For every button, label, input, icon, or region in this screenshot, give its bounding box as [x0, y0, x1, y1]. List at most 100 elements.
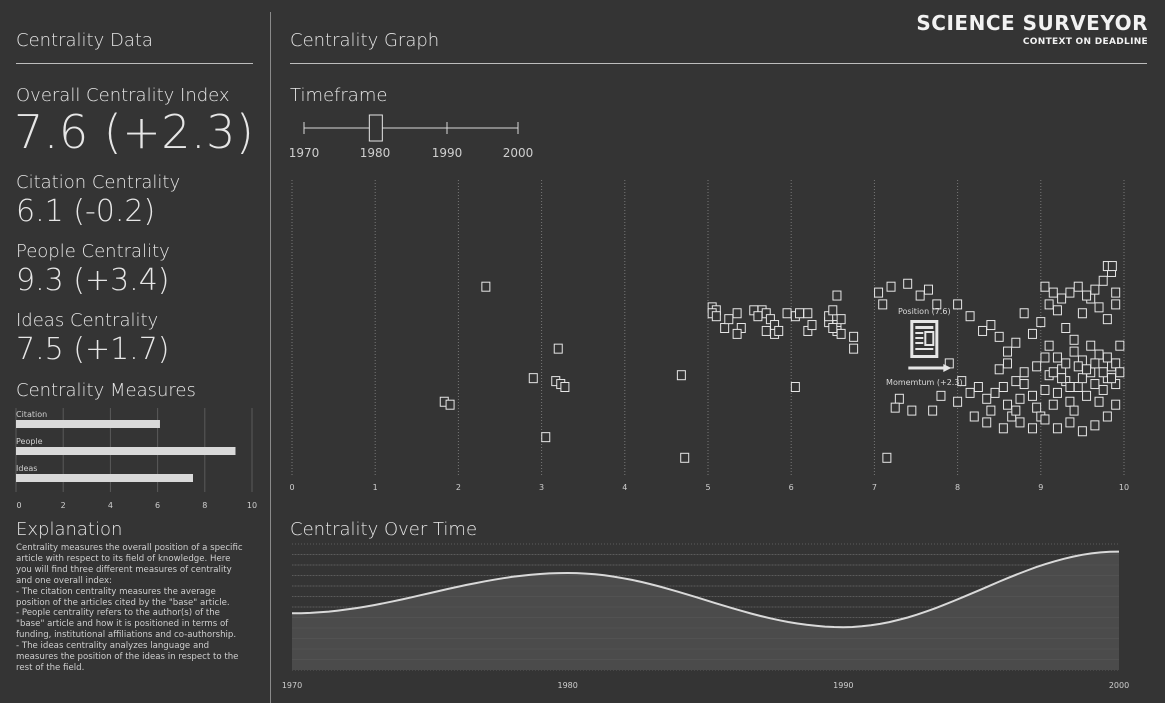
article-point[interactable]: [790, 382, 800, 392]
article-point[interactable]: [541, 432, 551, 443]
article-point[interactable]: [720, 323, 730, 333]
article-point[interactable]: [849, 343, 859, 354]
article-point[interactable]: [1044, 340, 1054, 351]
article-point[interactable]: [711, 311, 721, 322]
article-point[interactable]: [1102, 352, 1112, 363]
article-point[interactable]: [1040, 352, 1050, 363]
article-point[interactable]: [836, 314, 846, 325]
article-point[interactable]: [1003, 346, 1013, 357]
article-point[interactable]: [994, 331, 1004, 342]
article-point[interactable]: [1011, 376, 1021, 387]
article-point[interactable]: [1027, 423, 1037, 434]
article-point[interactable]: [832, 290, 842, 301]
article-point[interactable]: [1077, 426, 1087, 437]
article-point[interactable]: [1052, 305, 1062, 316]
article-point[interactable]: [481, 281, 491, 292]
article-point[interactable]: [965, 387, 975, 398]
article-point[interactable]: [915, 290, 925, 301]
article-point[interactable]: [994, 364, 1004, 375]
article-point[interactable]: [1098, 384, 1108, 395]
article-point[interactable]: [1048, 399, 1058, 410]
article-point[interactable]: [1048, 367, 1058, 378]
article-point[interactable]: [882, 452, 892, 463]
timeframe-handle[interactable]: [368, 114, 383, 142]
article-point[interactable]: [1032, 361, 1042, 372]
article-point[interactable]: [1069, 334, 1079, 345]
article-point[interactable]: [761, 325, 771, 336]
article-point[interactable]: [680, 452, 690, 463]
article-point[interactable]: [965, 311, 975, 322]
article-point[interactable]: [1015, 393, 1025, 404]
article-point[interactable]: [553, 343, 563, 354]
article-point[interactable]: [886, 281, 896, 292]
article-point[interactable]: [907, 405, 917, 416]
article-point[interactable]: [986, 320, 996, 331]
article-point[interactable]: [1065, 382, 1075, 392]
article-point[interactable]: [1115, 340, 1125, 351]
article-point[interactable]: [1098, 367, 1108, 378]
article-point[interactable]: [1073, 361, 1083, 372]
article-point[interactable]: [903, 278, 913, 289]
article-point[interactable]: [828, 305, 838, 316]
article-point[interactable]: [982, 417, 992, 428]
article-point[interactable]: [1094, 396, 1104, 407]
article-point[interactable]: [1019, 379, 1029, 390]
article-point[interactable]: [1061, 323, 1071, 333]
article-point[interactable]: [1111, 299, 1121, 310]
article-point[interactable]: [1115, 367, 1125, 378]
article-point[interactable]: [1102, 411, 1112, 422]
article-point[interactable]: [732, 308, 742, 319]
article-point[interactable]: [1094, 302, 1104, 313]
article-point[interactable]: [1094, 349, 1104, 360]
article-point[interactable]: [982, 393, 992, 404]
article-point[interactable]: [1098, 275, 1108, 286]
article-point[interactable]: [1052, 352, 1062, 363]
article-point[interactable]: [676, 370, 686, 381]
article-point[interactable]: [1069, 346, 1079, 357]
article-point[interactable]: [990, 387, 1000, 398]
article-point[interactable]: [978, 325, 988, 336]
article-point[interactable]: [828, 323, 838, 333]
article-point[interactable]: [836, 328, 846, 339]
article-point[interactable]: [1032, 402, 1042, 413]
article-point[interactable]: [1090, 358, 1100, 369]
article-point[interactable]: [1065, 396, 1075, 407]
article-point[interactable]: [878, 299, 888, 310]
base-article-marker[interactable]: Position (7.6) Momemtum (+2.3): [886, 307, 963, 387]
article-point[interactable]: [560, 382, 570, 392]
article-point[interactable]: [1107, 261, 1117, 272]
article-point[interactable]: [923, 284, 933, 295]
article-point[interactable]: [953, 396, 963, 407]
article-point[interactable]: [1090, 420, 1100, 431]
article-point[interactable]: [1077, 308, 1087, 319]
article-point[interactable]: [928, 405, 938, 416]
article-point[interactable]: [807, 320, 817, 331]
article-point[interactable]: [998, 382, 1008, 392]
article-point[interactable]: [1011, 337, 1021, 348]
article-point[interactable]: [1111, 287, 1121, 298]
article-point[interactable]: [1082, 364, 1092, 375]
article-point[interactable]: [1015, 417, 1025, 428]
article-point[interactable]: [1090, 379, 1100, 390]
article-point[interactable]: [874, 287, 884, 298]
article-point[interactable]: [1086, 340, 1096, 351]
article-point[interactable]: [1036, 317, 1046, 328]
article-point[interactable]: [528, 373, 538, 384]
article-point[interactable]: [890, 402, 900, 413]
article-point[interactable]: [1065, 287, 1075, 298]
article-point[interactable]: [1065, 417, 1075, 428]
article-point[interactable]: [969, 411, 979, 422]
article-point[interactable]: [1077, 373, 1087, 384]
article-point[interactable]: [1019, 308, 1029, 319]
article-point[interactable]: [1027, 328, 1037, 339]
article-point[interactable]: [953, 299, 963, 310]
article-point[interactable]: [936, 390, 946, 401]
article-point[interactable]: [803, 308, 813, 319]
article-point[interactable]: [1082, 290, 1092, 301]
article-point[interactable]: [1003, 399, 1013, 410]
article-point[interactable]: [1061, 358, 1071, 369]
article-point[interactable]: [753, 311, 763, 322]
article-point[interactable]: [445, 399, 455, 410]
article-point[interactable]: [774, 325, 784, 336]
article-point[interactable]: [1069, 405, 1079, 416]
